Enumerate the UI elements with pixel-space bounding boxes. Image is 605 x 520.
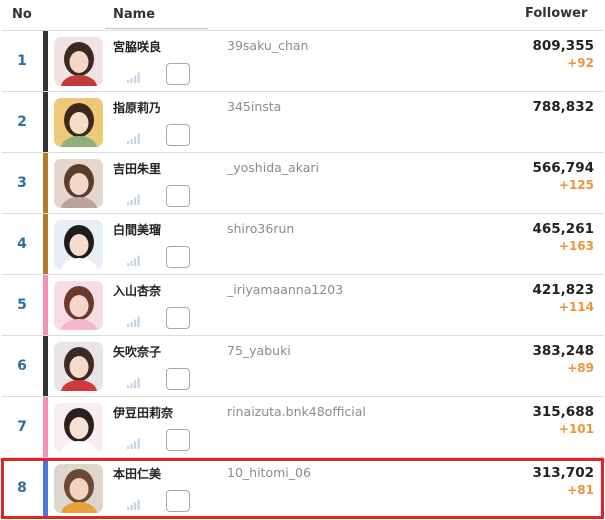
select-checkbox[interactable] (166, 307, 190, 329)
member-name[interactable]: 矢吹奈子 (113, 343, 161, 360)
instagram-handle[interactable]: shiro36run (227, 221, 294, 236)
follower-count: 809,355 (532, 38, 595, 54)
avatar[interactable] (54, 403, 103, 452)
table-header: No Name Follower (0, 0, 605, 30)
group-color-bar (43, 153, 48, 213)
avatar[interactable] (54, 37, 103, 86)
follower-delta: +89 (567, 361, 594, 375)
rank-number: 6 (17, 358, 27, 374)
table-row[interactable]: 2 指原莉乃 345insta 788,832 (2, 91, 604, 152)
table-row[interactable]: 6 矢吹奈子 75_yabuki 383,248 +89 (2, 335, 604, 396)
rank-number: 1 (17, 53, 27, 69)
instagram-handle[interactable]: _iriyamaanna1203 (227, 282, 343, 297)
table-row[interactable]: 4 白間美瑠 shiro36run 465,261 +163 (2, 213, 604, 274)
table-row[interactable]: 3 吉田朱里 _yoshida_akari 566,794 +125 (2, 152, 604, 213)
group-color-bar (43, 458, 48, 518)
member-name[interactable]: 伊豆田莉奈 (113, 404, 173, 421)
member-name[interactable]: 吉田朱里 (113, 160, 161, 177)
select-checkbox[interactable] (166, 63, 190, 85)
group-color-bar (43, 397, 48, 457)
instagram-handle[interactable]: _yoshida_akari (227, 160, 319, 175)
select-checkbox[interactable] (166, 124, 190, 146)
group-color-bar (43, 214, 48, 274)
member-name[interactable]: 入山杏奈 (113, 282, 161, 299)
header-follower[interactable]: Follower (525, 6, 587, 21)
group-color-bar (43, 336, 48, 396)
avatar[interactable] (54, 98, 103, 147)
follower-count: 566,794 (532, 160, 595, 176)
group-color-bar (43, 92, 48, 152)
follower-count: 788,832 (532, 99, 595, 115)
follower-delta: +163 (558, 239, 594, 253)
select-checkbox[interactable] (166, 246, 190, 268)
instagram-handle[interactable]: 345insta (227, 99, 281, 114)
instagram-handle[interactable]: 75_yabuki (227, 343, 291, 358)
rank-number: 4 (17, 236, 27, 252)
select-checkbox[interactable] (166, 429, 190, 451)
select-checkbox[interactable] (166, 490, 190, 512)
follower-count: 465,261 (532, 221, 595, 237)
avatar[interactable] (54, 342, 103, 391)
ranking-page: No Name Follower 1 宮脇咲良 39saku_chan 809,355… (0, 0, 605, 520)
follower-count: 313,702 (532, 465, 595, 481)
follower-count: 315,688 (532, 404, 595, 420)
member-name[interactable]: 指原莉乃 (113, 99, 161, 116)
group-color-bar (43, 31, 48, 91)
follower-delta: +101 (558, 422, 594, 436)
signal-bars-icon (127, 251, 141, 266)
signal-bars-icon (127, 434, 141, 449)
table-row[interactable]: 7 伊豆田莉奈 rinaizuta.bnk48official 315,688 +101 (2, 396, 604, 457)
signal-bars-icon (127, 312, 141, 327)
member-name[interactable]: 宮脇咲良 (113, 38, 161, 55)
follower-delta: +114 (558, 300, 594, 314)
follower-count: 383,248 (532, 343, 595, 359)
instagram-handle[interactable]: rinaizuta.bnk48official (227, 404, 366, 419)
instagram-handle[interactable]: 39saku_chan (227, 38, 308, 53)
follower-count: 421,823 (532, 282, 595, 298)
rank-number: 2 (17, 114, 27, 130)
rank-number: 7 (17, 419, 27, 435)
header-divider (105, 28, 208, 29)
group-color-bar (43, 275, 48, 335)
avatar[interactable] (54, 464, 103, 513)
rank-number: 5 (17, 297, 27, 313)
ranking-table: 1 宮脇咲良 39saku_chan 809,355 +92 2 指原莉乃 345insta 7… (2, 30, 604, 518)
signal-bars-icon (127, 129, 141, 144)
table-row[interactable]: 1 宮脇咲良 39saku_chan 809,355 +92 (2, 30, 604, 91)
follower-delta: +125 (558, 178, 594, 192)
table-row[interactable]: 8 本田仁美 10_hitomi_06 313,702 +81 (2, 457, 604, 518)
member-name[interactable]: 本田仁美 (113, 465, 161, 482)
avatar[interactable] (54, 159, 103, 208)
signal-bars-icon (127, 495, 141, 510)
header-no: No (12, 7, 32, 22)
rank-number: 8 (17, 480, 27, 496)
rank-number: 3 (17, 175, 27, 191)
select-checkbox[interactable] (166, 368, 190, 390)
instagram-handle[interactable]: 10_hitomi_06 (227, 465, 311, 480)
avatar[interactable] (54, 220, 103, 269)
header-name[interactable]: Name (113, 7, 155, 22)
signal-bars-icon (127, 190, 141, 205)
follower-delta: +81 (567, 483, 594, 497)
member-name[interactable]: 白間美瑠 (113, 221, 161, 238)
follower-delta: +92 (567, 56, 594, 70)
table-row[interactable]: 5 入山杏奈 _iriyamaanna1203 421,823 +114 (2, 274, 604, 335)
signal-bars-icon (127, 68, 141, 83)
signal-bars-icon (127, 373, 141, 388)
avatar[interactable] (54, 281, 103, 330)
select-checkbox[interactable] (166, 185, 190, 207)
